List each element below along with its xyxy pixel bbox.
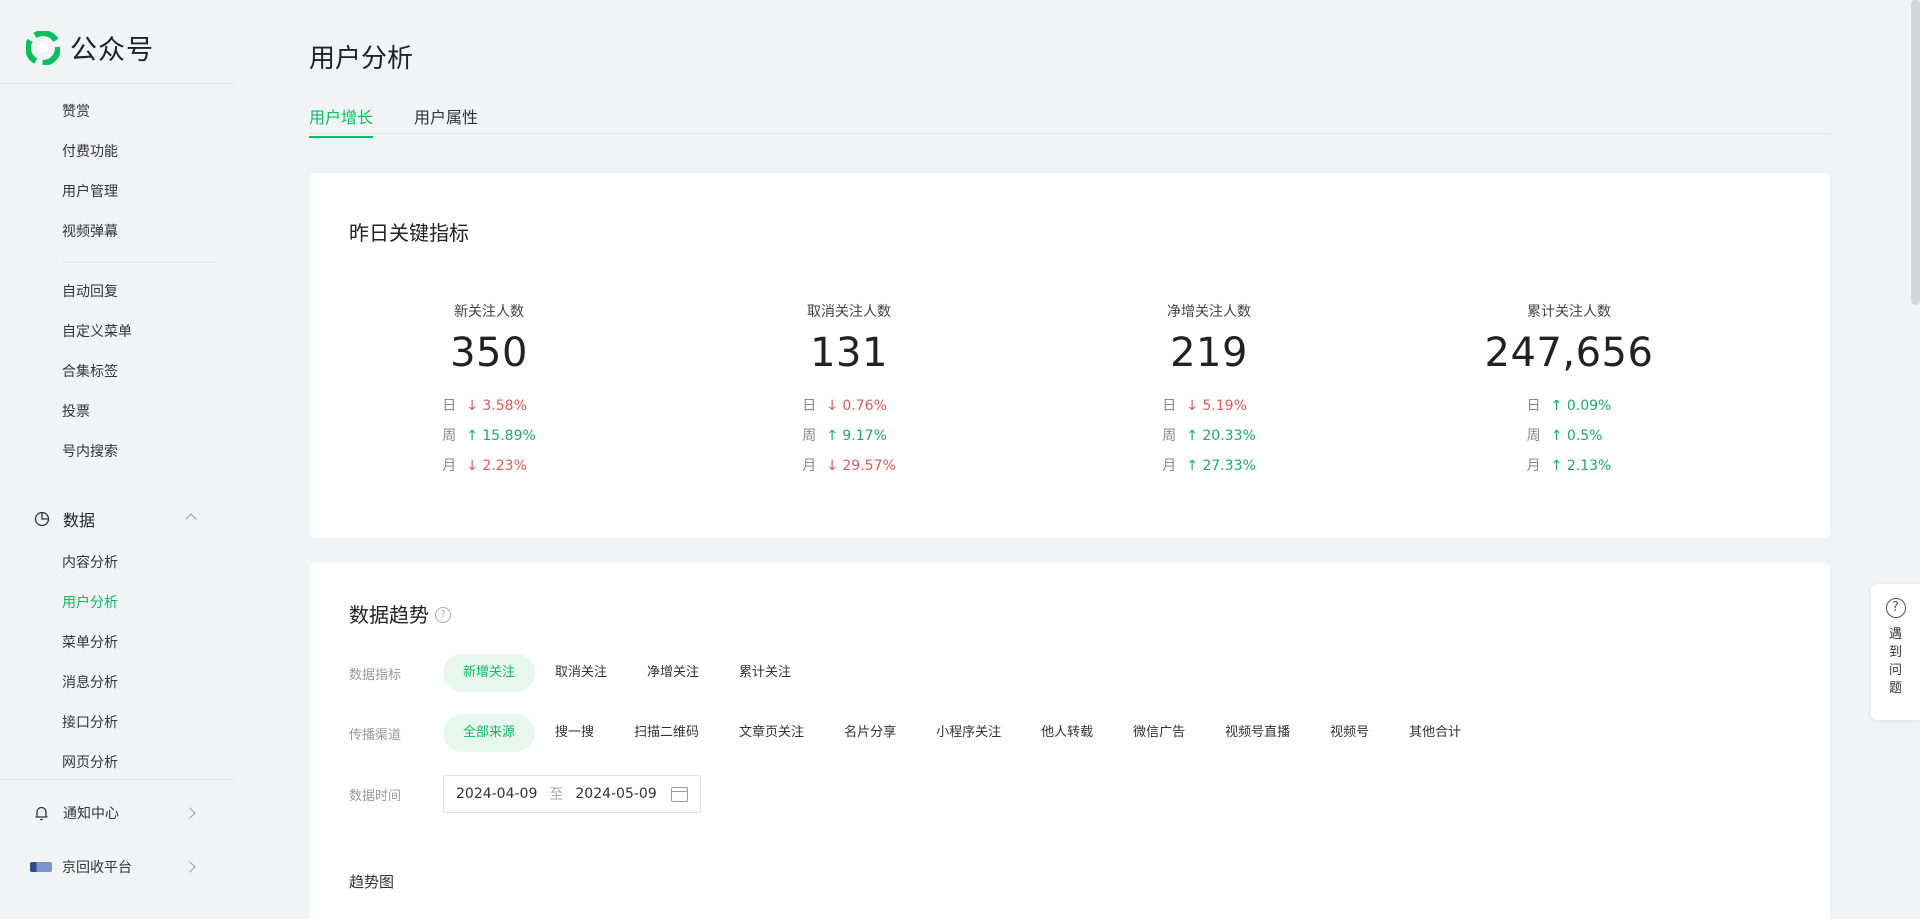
metric-change-day: 日 ↑ 0.09%	[1526, 398, 1612, 414]
metric-chip-net[interactable]: 净增关注	[627, 654, 719, 692]
metric-value: 131	[810, 330, 888, 376]
metric-label: 净增关注人数	[1167, 304, 1251, 320]
logo[interactable]: 公众号	[26, 28, 154, 67]
sidebar-item-paid[interactable]: 付费功能	[62, 142, 118, 162]
bell-icon	[35, 806, 48, 821]
channel-chip-other[interactable]: 其他合计	[1389, 714, 1481, 752]
date-separator: 至	[549, 787, 564, 803]
sidebar-item-menu-analysis[interactable]: 菜单分析	[62, 633, 118, 653]
sidebar-item-reward[interactable]: 赞赏	[62, 102, 90, 122]
sidebar-item-custom-menu[interactable]: 自定义菜单	[62, 322, 132, 342]
sidebar-group-data[interactable]: 数据	[34, 507, 95, 531]
key-metrics-title: 昨日关键指标	[349, 221, 469, 245]
calendar-icon[interactable]	[670, 786, 688, 802]
sidebar-divider	[0, 779, 235, 780]
metric-chip-total[interactable]: 累计关注	[719, 654, 811, 692]
chevron-up-icon[interactable]	[185, 513, 197, 525]
sidebar-item-message-analysis[interactable]: 消息分析	[62, 673, 118, 693]
sidebar-item-content-analysis[interactable]: 内容分析	[62, 553, 118, 573]
sidebar-item-vote[interactable]: 投票	[62, 402, 90, 422]
metric-new-follow: 新关注人数 350 日 ↓ 3.58% 周 ↑ 15.89% 月 ↓ 2.23%	[309, 301, 669, 481]
float-help-text: 遇到问题	[1888, 627, 1902, 696]
channel-chip-channels[interactable]: 视频号	[1310, 714, 1389, 752]
date-start[interactable]: 2024-04-09	[456, 786, 537, 802]
logo-text: 公众号	[70, 35, 154, 66]
tab-bar: 用户增长 用户属性	[309, 104, 1830, 138]
sidebar-item-collection-tags[interactable]: 合集标签	[62, 362, 118, 382]
metric-change-month: 月 ↓ 29.57%	[802, 458, 896, 474]
trend-title: 数据趋势?	[349, 599, 451, 628]
sidebar-item-auto-reply[interactable]: 自动回复	[62, 282, 118, 302]
channel-chip-search[interactable]: 搜一搜	[535, 714, 614, 752]
date-end[interactable]: 2024-05-09	[575, 786, 656, 802]
pie-chart-icon	[34, 511, 50, 527]
help-icon[interactable]: ?	[435, 606, 451, 623]
metric-value: 247,656	[1484, 330, 1654, 376]
avatar	[30, 862, 52, 872]
float-help-button[interactable]: ? 遇到问题	[1871, 584, 1920, 720]
chevron-right-icon[interactable]	[184, 807, 196, 819]
metric-total-follow: 累计关注人数 247,656 日 ↑ 0.09% 周 ↑ 0.5% 月 ↑ 2.13%	[1389, 301, 1749, 481]
metric-unfollow: 取消关注人数 131 日 ↓ 0.76% 周 ↑ 9.17% 月 ↓ 29.57%	[669, 301, 1029, 481]
metric-value: 350	[450, 330, 528, 376]
metric-label: 取消关注人数	[807, 304, 891, 320]
metric-change-week: 周 ↑ 9.17%	[802, 428, 887, 444]
metric-change-week: 周 ↑ 20.33%	[1162, 428, 1256, 444]
channel-chip-miniprogram[interactable]: 小程序关注	[916, 714, 1021, 752]
sidebar-item-user-analysis[interactable]: 用户分析	[62, 593, 118, 613]
metric-net-follow: 净增关注人数 219 日 ↓ 5.19% 周 ↑ 20.33% 月 ↑ 27.33%	[1029, 301, 1389, 481]
chevron-right-icon[interactable]	[184, 861, 196, 873]
metric-change-day: 日 ↓ 3.58%	[442, 398, 527, 414]
tab-user-growth[interactable]: 用户增长	[309, 104, 374, 138]
channel-chip-all[interactable]: 全部来源	[443, 714, 536, 752]
channel-filter-row: 传播渠道 全部来源 搜一搜 扫描二维码 文章页关注 名片分享 小程序关注 他人转…	[349, 714, 1481, 752]
metric-change-month: 月 ↑ 27.33%	[1162, 458, 1256, 474]
sidebar-item-danmaku[interactable]: 视频弹幕	[62, 222, 118, 242]
wechat-mp-logo-icon	[26, 30, 60, 65]
question-icon: ?	[1885, 598, 1906, 618]
sidebar: 公众号 赞赏 付费功能 用户管理 视频弹幕 自动回复 自定义菜单 合集标签 投票…	[0, 0, 235, 919]
data-trend-card: 数据趋势? 数据指标 新增关注 取消关注 净增关注 累计关注 传播渠道 全部来源…	[309, 563, 1830, 919]
trend-chart-title: 趋势图	[349, 873, 395, 891]
account-switcher[interactable]: 京回收平台	[30, 857, 132, 877]
tab-user-attributes[interactable]: 用户属性	[414, 104, 478, 136]
key-metrics-card: 昨日关键指标 新关注人数 350 日 ↓ 3.58% 周 ↑ 15.89% 月 ↓ 2…	[309, 173, 1830, 538]
metric-value: 219	[1170, 330, 1248, 376]
metric-change-day: 日 ↓ 5.19%	[1162, 398, 1247, 414]
channel-chip-repost[interactable]: 他人转载	[1021, 714, 1113, 752]
sidebar-item-users[interactable]: 用户管理	[62, 182, 118, 202]
metric-change-week: 周 ↑ 15.89%	[442, 428, 536, 444]
metric-chip-new[interactable]: 新增关注	[443, 654, 536, 692]
time-filter-label: 数据时间	[349, 788, 402, 804]
page-title: 用户分析	[309, 44, 414, 74]
sidebar-notify-label: 通知中心	[63, 806, 119, 822]
metric-filter-label: 数据指标	[349, 667, 402, 683]
channel-chip-channels-live[interactable]: 视频号直播	[1205, 714, 1310, 752]
sidebar-item-search[interactable]: 号内搜索	[62, 442, 118, 462]
metric-change-month: 月 ↑ 2.13%	[1526, 458, 1612, 474]
trend-title-text: 数据趋势	[349, 603, 429, 627]
time-filter-row: 数据时间 2024-04-09 至 2024-05-09	[349, 775, 701, 813]
metric-change-week: 周 ↑ 0.5%	[1526, 428, 1603, 444]
channel-chip-card-share[interactable]: 名片分享	[824, 714, 916, 752]
sidebar-item-api-analysis[interactable]: 接口分析	[62, 713, 118, 733]
channel-chip-wechat-ads[interactable]: 微信广告	[1113, 714, 1205, 752]
sidebar-group-label: 数据	[63, 511, 96, 530]
scrollbar[interactable]	[1911, 0, 1920, 305]
sidebar-divider	[62, 262, 216, 263]
date-range-picker[interactable]: 2024-04-09 至 2024-05-09	[443, 775, 701, 813]
metric-chip-unfollow[interactable]: 取消关注	[535, 654, 627, 692]
metric-label: 新关注人数	[454, 304, 524, 320]
metric-filter-row: 数据指标 新增关注 取消关注 净增关注 累计关注	[349, 654, 811, 692]
sidebar-item-notify[interactable]: 通知中心	[34, 803, 119, 823]
sidebar-item-web-analysis[interactable]: 网页分析	[62, 753, 118, 773]
channel-chip-article[interactable]: 文章页关注	[719, 714, 824, 752]
account-name: 京回收平台	[62, 860, 132, 876]
metric-label: 累计关注人数	[1527, 304, 1611, 320]
metric-change-month: 月 ↓ 2.23%	[442, 458, 527, 474]
channel-filter-label: 传播渠道	[349, 727, 402, 743]
sidebar-divider	[0, 83, 235, 84]
channel-chip-qrcode[interactable]: 扫描二维码	[614, 714, 719, 752]
metric-change-day: 日 ↓ 0.76%	[802, 398, 887, 414]
